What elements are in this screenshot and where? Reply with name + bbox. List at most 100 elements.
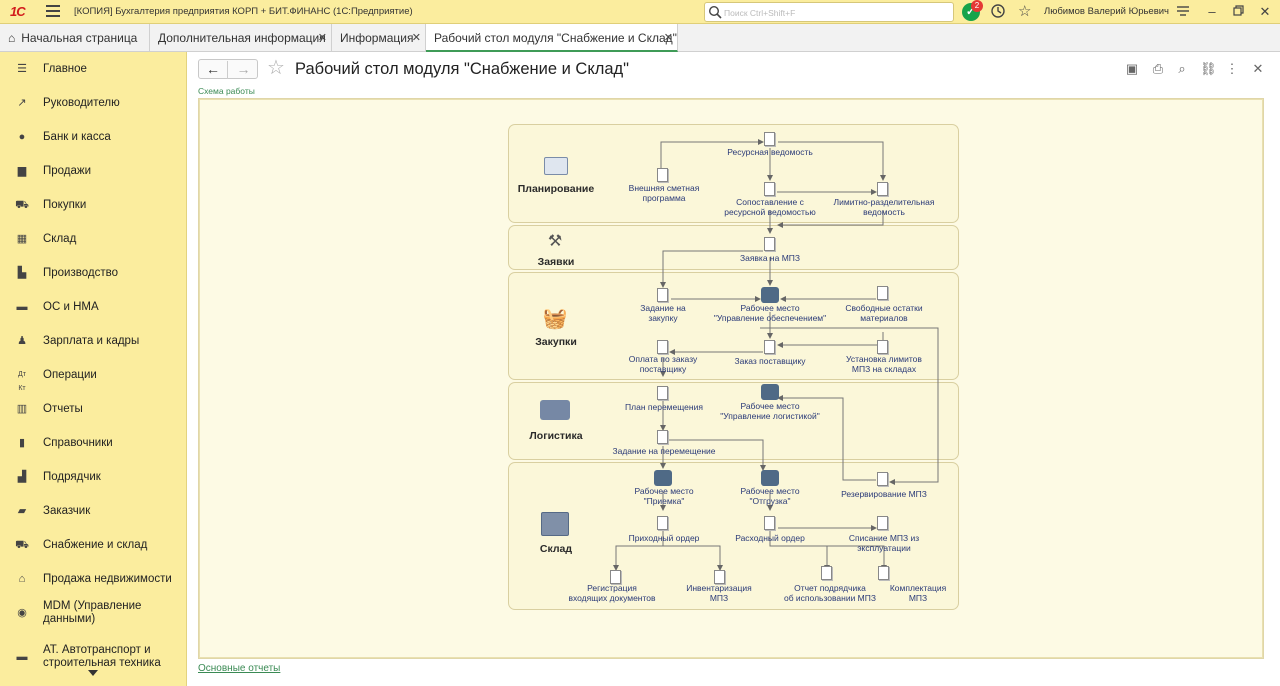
print-icon[interactable]: ⎙	[1150, 61, 1166, 77]
workplace-icon[interactable]	[761, 470, 779, 486]
document-icon[interactable]	[657, 340, 668, 354]
sidebar-item-real-estate[interactable]: ⌂ Продажа недвижимости	[0, 562, 187, 596]
save-icon[interactable]: ▣	[1124, 61, 1140, 77]
document-icon[interactable]	[764, 132, 775, 146]
tab-additional-info[interactable]: Дополнительная информация ✕	[150, 24, 332, 52]
favorite-star-icon[interactable]: ☆	[267, 58, 285, 78]
node-purchase-task[interactable]: Задание на закупку	[620, 303, 706, 323]
favorites-star-icon[interactable]: ☆	[1018, 3, 1036, 21]
node-comparison[interactable]: Сопоставление с ресурсной ведомостью	[710, 197, 830, 217]
more-actions-icon[interactable]: ⋮	[1224, 61, 1240, 77]
document-icon[interactable]	[764, 237, 775, 251]
node-supply-workplace[interactable]: Рабочее место "Управление обеспечением"	[700, 303, 840, 323]
node-move-task[interactable]: Задание на перемещение	[604, 446, 724, 456]
preview-icon[interactable]: ⌕	[1174, 61, 1190, 77]
node-assembly[interactable]: Комплектация МПЗ	[880, 583, 956, 603]
sidebar-item-fixed-assets[interactable]: ▬ ОС и НМА	[0, 290, 187, 324]
main-reports-link[interactable]: Основные отчеты	[198, 663, 280, 674]
node-order-payment[interactable]: Оплата по заказу поставщику	[614, 354, 712, 374]
document-icon[interactable]	[764, 340, 775, 354]
document-icon[interactable]	[764, 516, 775, 530]
main-menu-icon[interactable]	[46, 5, 60, 17]
close-form-icon[interactable]: ✕	[1250, 61, 1266, 77]
document-icon[interactable]	[877, 182, 888, 196]
node-supplier-order[interactable]: Заказ поставщику	[720, 356, 820, 366]
link-icon[interactable]: ⛓	[1200, 61, 1217, 77]
document-icon[interactable]	[657, 168, 668, 182]
user-name[interactable]: Любимов Валерий Юрьевич	[1044, 6, 1169, 17]
sidebar-item-customer[interactable]: ▰ Заказчик	[0, 494, 187, 528]
node-resource-statement[interactable]: Ресурсная ведомость	[700, 147, 840, 157]
sidebar-item-supply[interactable]: ⛟ Снабжение и склад	[0, 528, 187, 562]
close-tab-icon[interactable]: ✕	[318, 24, 327, 52]
sidebar-item-director[interactable]: ↗ Руководителю	[0, 86, 187, 120]
sidebar-item-operations[interactable]: Дт Кт Операции	[0, 358, 187, 392]
document-icon[interactable]	[877, 340, 888, 354]
node-receiving-workplace[interactable]: Рабочее место "Приемка"	[620, 486, 708, 506]
node-move-plan[interactable]: План перемещения	[614, 402, 714, 412]
node-mpz-request[interactable]: Заявка на МПЗ	[720, 253, 820, 263]
node-writeoff[interactable]: Списание МПЗ из эксплуатации	[834, 533, 934, 553]
app-logo[interactable]: 1С	[10, 4, 26, 19]
back-icon[interactable]: ←	[199, 61, 228, 79]
close-window-icon[interactable]: ✕	[1256, 3, 1274, 21]
document-icon[interactable]	[657, 288, 668, 302]
node-set-limits[interactable]: Установка лимитов МПЗ на складах	[834, 354, 934, 374]
document-icon[interactable]	[610, 570, 621, 584]
document-icon[interactable]	[878, 566, 889, 580]
tab-supply-desktop[interactable]: Рабочий стол модуля "Снабжение и Склад" ✕	[426, 24, 678, 52]
document-icon[interactable]	[877, 286, 888, 300]
node-free-balances[interactable]: Свободные остатки материалов	[834, 303, 934, 323]
node-limit-statement[interactable]: Лимитно-разделительная ведомость	[824, 197, 944, 217]
section-label: Планирование	[517, 183, 595, 195]
document-icon[interactable]	[877, 516, 888, 530]
node-logistics-workplace[interactable]: Рабочее место "Управление логистикой"	[700, 401, 840, 421]
workplace-icon[interactable]	[761, 384, 779, 400]
node-contractor-report[interactable]: Отчет подрядчика об использовании МПЗ	[772, 583, 888, 603]
sidebar-item-sales[interactable]: ▆ Продажи	[0, 154, 187, 188]
sidebar-scroll-down-icon[interactable]	[88, 670, 98, 676]
node-shipping-workplace[interactable]: Рабочее место "Отгрузка"	[726, 486, 814, 506]
sidebar-item-production[interactable]: ▙ Производство	[0, 256, 187, 290]
document-icon[interactable]	[877, 472, 888, 486]
document-icon[interactable]	[657, 386, 668, 400]
sidebar-item-salary[interactable]: ♟ Зарплата и кадры	[0, 324, 187, 358]
notifications-icon[interactable]: ✓ 2	[962, 0, 983, 21]
workplace-icon[interactable]	[761, 287, 779, 303]
tab-home[interactable]: ⌂ Начальная страница	[0, 24, 150, 52]
workplace-icon[interactable]	[654, 470, 672, 486]
supply-cart-icon: ⛟	[15, 539, 29, 551]
search-input[interactable]: Поиск Ctrl+Shift+F	[704, 2, 954, 22]
history-icon[interactable]	[990, 3, 1008, 21]
restore-icon[interactable]	[1230, 3, 1248, 21]
node-reserve[interactable]: Резервирование МПЗ	[834, 489, 934, 499]
node-receipt-order[interactable]: Приходный ордер	[614, 533, 714, 543]
settings-menu-icon[interactable]	[1175, 3, 1193, 21]
node-expense-order[interactable]: Расходный ордер	[720, 533, 820, 543]
truck-icon: ▬	[16, 301, 28, 313]
sidebar-item-warehouse[interactable]: ▦ Склад	[0, 222, 187, 256]
node-inventory[interactable]: Инвентаризация МПЗ	[674, 583, 764, 603]
document-icon[interactable]	[764, 182, 775, 196]
sidebar-item-main[interactable]: ☰ Главное	[0, 52, 187, 86]
minimize-icon[interactable]: –	[1203, 3, 1221, 21]
document-icon[interactable]	[821, 566, 832, 580]
scheme-link[interactable]: Схема работы	[198, 86, 255, 96]
document-icon[interactable]	[657, 430, 668, 444]
node-external-estimate[interactable]: Внешняя сметная программа	[614, 183, 714, 203]
dt-kt-icon: Дт Кт	[18, 371, 26, 392]
node-register-docs[interactable]: Регистрация входящих документов	[556, 583, 668, 603]
sidebar-item-contractor[interactable]: ▟ Подрядчик	[0, 460, 187, 494]
tab-info[interactable]: Информация ✕	[332, 24, 426, 52]
sidebar-item-catalogs[interactable]: ▮ Справочники	[0, 426, 187, 460]
sidebar-item-vehicles[interactable]: ▬ АТ. Автотранспорт и строительная техник…	[0, 640, 187, 674]
close-tab-icon[interactable]: ✕	[412, 24, 421, 52]
forward-icon[interactable]: →	[229, 61, 258, 79]
close-tab-icon[interactable]: ✕	[664, 24, 673, 52]
document-icon[interactable]	[714, 570, 725, 584]
document-icon[interactable]	[657, 516, 668, 530]
sidebar-item-purchases[interactable]: ⛟ Покупки	[0, 188, 187, 222]
sidebar-item-reports[interactable]: ▥ Отчеты	[0, 392, 187, 426]
sidebar-item-mdm[interactable]: ◉ MDM (Управление данными)	[0, 596, 187, 630]
sidebar-item-bank[interactable]: ● Банк и касса	[0, 120, 187, 154]
